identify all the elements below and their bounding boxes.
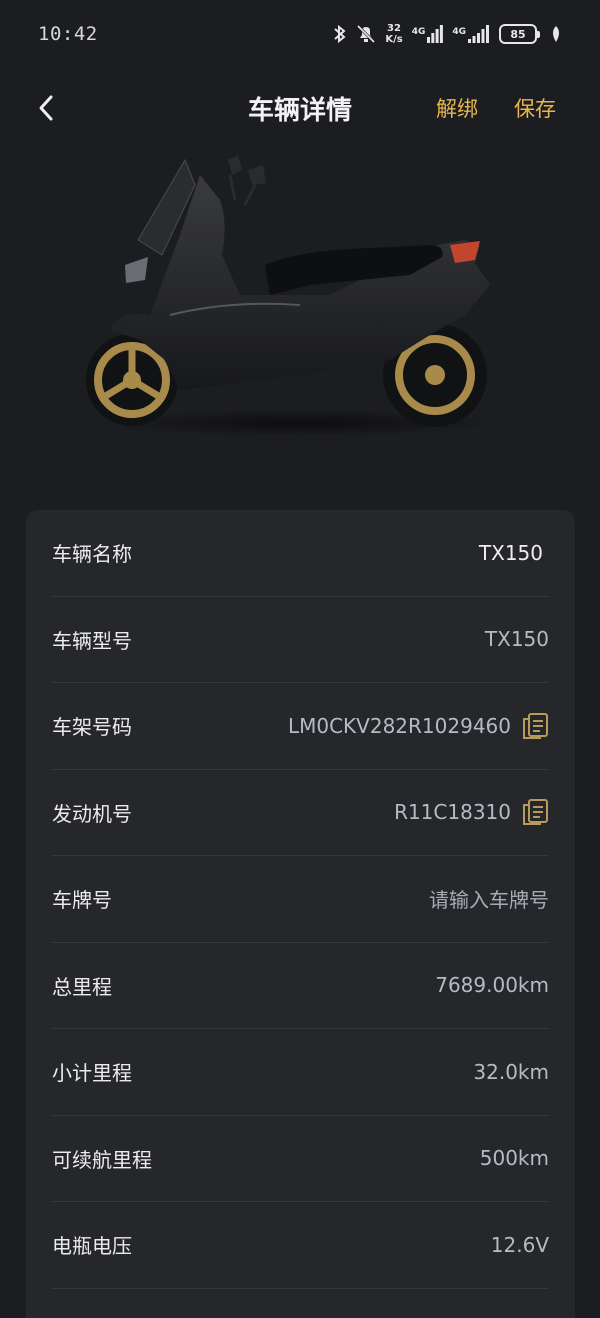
range-value: 500km (479, 1146, 549, 1171)
row-battery-voltage: 电瓶电压 12.6V (52, 1202, 549, 1289)
vehicle-info-card: 车辆名称 TX150 车辆型号 TX150 车架号码 LM0CKV282R102… (26, 510, 575, 1318)
speed-value: 32 (387, 23, 401, 34)
signal-bars-icon (468, 25, 489, 43)
engine-number-value: R11C18310 (394, 800, 511, 825)
plate-number-label: 车牌号 (52, 888, 112, 913)
row-frame-number: 车架号码 LM0CKV282R1029460 (52, 683, 549, 770)
signal-1: 4G (412, 25, 444, 43)
copy-engine-icon[interactable] (521, 798, 549, 826)
leaf-icon (550, 25, 562, 43)
top-nav-bar: 车辆详情 解绑 保存 (0, 80, 600, 136)
net2-label: 4G (452, 27, 466, 37)
battery-indicator: 85 (499, 24, 540, 44)
unbind-button[interactable]: 解绑 (436, 93, 478, 123)
speed-unit: K/s (385, 34, 403, 45)
save-button[interactable]: 保存 (514, 93, 556, 123)
total-mileage-value: 7689.00km (435, 973, 549, 998)
net1-label: 4G (411, 27, 426, 37)
row-vehicle-name: 车辆名称 TX150 (52, 510, 549, 597)
signal-bars-icon (427, 25, 444, 43)
status-time: 10:42 (38, 23, 98, 45)
status-icons: 32 K/s 4G 4G 85 (333, 23, 562, 45)
vehicle-image (70, 145, 530, 445)
frame-number-value: LM0CKV282R1029460 (287, 713, 511, 738)
row-plate-number: 车牌号 请输入车牌号 (52, 856, 549, 943)
engine-number-label: 发动机号 (52, 801, 132, 826)
vehicle-model-value: TX150 (484, 627, 549, 652)
page-title: 车辆详情 (247, 96, 352, 126)
row-engine-number: 发动机号 R11C18310 (52, 770, 549, 856)
mute-bell-icon (356, 24, 376, 44)
trip-mileage-label: 小计里程 (52, 1061, 132, 1086)
status-bar: 10:42 32 K/s 4G 4G 85 (0, 0, 600, 68)
frame-number-label: 车架号码 (52, 715, 132, 740)
vehicle-name-label: 车辆名称 (52, 542, 132, 567)
battery-voltage-label: 电瓶电压 (52, 1234, 132, 1259)
plate-number-input[interactable]: 请输入车牌号 (429, 884, 549, 913)
copy-frame-icon[interactable] (521, 712, 549, 740)
row-trip-mileage: 小计里程 32.0km (52, 1029, 549, 1116)
network-speed: 32 K/s (385, 23, 402, 45)
total-mileage-label: 总里程 (52, 974, 112, 999)
row-vehicle-model: 车辆型号 TX150 (52, 597, 549, 683)
row-range: 可续航里程 500km (52, 1116, 549, 1202)
battery-voltage-value: 12.6V (490, 1232, 549, 1257)
row-total-mileage: 总里程 7689.00km (52, 943, 549, 1029)
vehicle-name-value[interactable]: TX150 (479, 541, 543, 565)
range-label: 可续航里程 (52, 1147, 152, 1172)
bluetooth-icon (333, 24, 347, 44)
trip-mileage-value: 32.0km (473, 1059, 549, 1084)
signal-2: 4G (452, 25, 490, 43)
vehicle-model-label: 车辆型号 (52, 628, 132, 653)
